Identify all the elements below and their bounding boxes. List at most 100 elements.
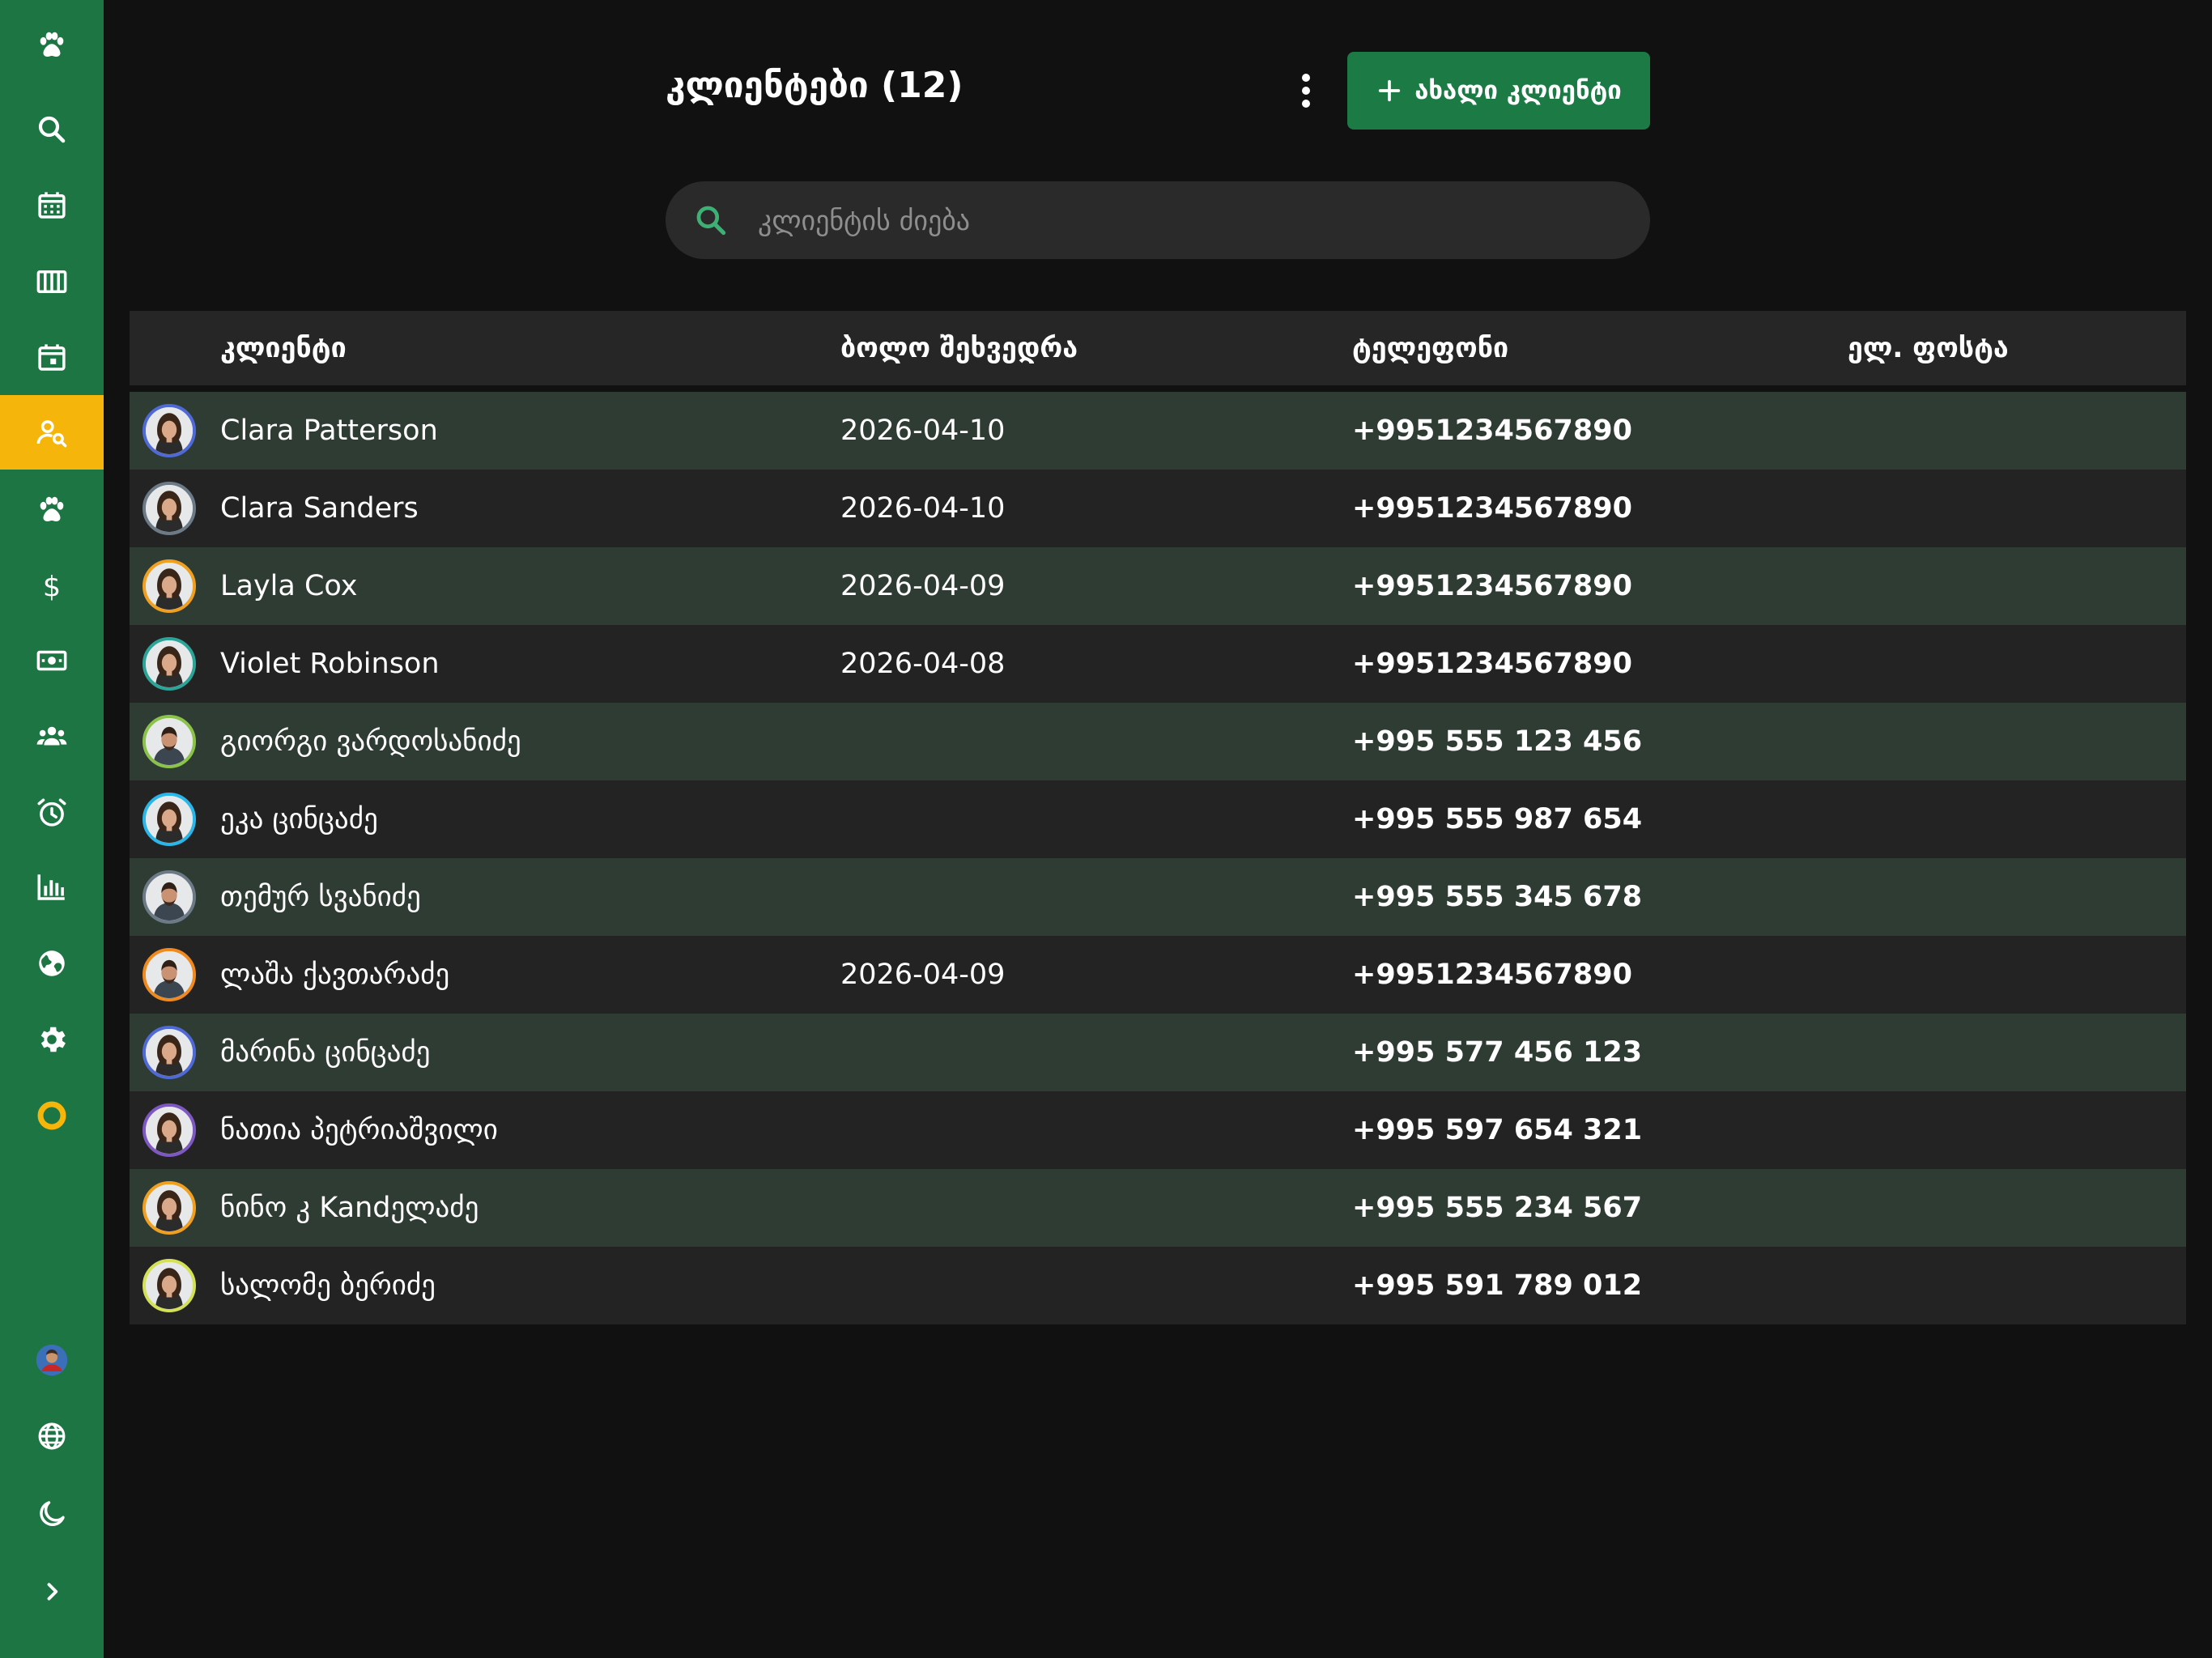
- moon-icon: [40, 1501, 65, 1526]
- table-row[interactable]: ლაშა ქავთარაძე 2026-04-09 +9951234567890: [130, 936, 2186, 1014]
- client-name: Layla Cox: [220, 570, 358, 602]
- search-icon: [696, 206, 726, 236]
- client-name: გიორგი ვარდოსანიძე: [220, 725, 521, 758]
- sidebar-item-staff[interactable]: [0, 699, 104, 774]
- last-visit-date: 2026-04-10: [840, 492, 1006, 525]
- client-phone: +9951234567890: [1352, 492, 1632, 525]
- table-row[interactable]: ეკა ცინცაძე +995 555 987 654: [130, 780, 2186, 858]
- client-avatar: [143, 870, 196, 924]
- client-avatar: [143, 404, 196, 457]
- table-row[interactable]: Layla Cox 2026-04-09 +9951234567890: [130, 547, 2186, 625]
- client-search-icon: [36, 420, 67, 448]
- client-phone: +995 555 234 567: [1352, 1192, 1643, 1224]
- sidebar-item-settings[interactable]: [0, 1002, 104, 1077]
- chevron-right-icon: [47, 1583, 58, 1601]
- last-visit-date: 2026-04-09: [840, 959, 1006, 991]
- clients-table: კლიენტი ბოლო შეხვედრა ტელეფონი ელ. ფოსტა…: [130, 311, 2186, 1324]
- sidebar-item-search[interactable]: [0, 92, 104, 167]
- sidebar-item-pets-logo[interactable]: [0, 8, 104, 83]
- last-visit-date: 2026-04-10: [840, 414, 1006, 447]
- sidebar-item-pets[interactable]: [0, 473, 104, 547]
- client-phone: +995 577 456 123: [1352, 1036, 1643, 1069]
- donut-icon: [37, 1101, 66, 1130]
- table-row[interactable]: თემურ სვანიძე +995 555 345 678: [130, 858, 2186, 936]
- table-row[interactable]: Clara Sanders 2026-04-10 +9951234567890: [130, 470, 2186, 547]
- sidebar-item-finance[interactable]: $: [0, 549, 104, 623]
- client-phone: +9951234567890: [1352, 959, 1632, 991]
- client-avatar: [143, 1103, 196, 1157]
- globe-icon: [39, 950, 65, 976]
- client-name: ეკა ცინცაძე: [220, 803, 378, 835]
- client-avatar: [143, 1026, 196, 1079]
- client-avatar: [143, 482, 196, 535]
- client-phone: +9951234567890: [1352, 648, 1632, 680]
- cash-icon: [36, 650, 67, 671]
- sidebar-item-reports[interactable]: [0, 850, 104, 925]
- client-phone: +995 555 987 654: [1352, 803, 1643, 835]
- sidebar-item-dark-mode[interactable]: [0, 1477, 104, 1551]
- client-name: Clara Patterson: [220, 414, 438, 447]
- client-name: Violet Robinson: [220, 648, 440, 680]
- client-phone: +995 555 123 456: [1352, 725, 1643, 758]
- group-icon: [36, 726, 67, 746]
- client-phone: +9951234567890: [1352, 414, 1632, 447]
- sidebar-expand-button[interactable]: [0, 1554, 104, 1629]
- paw-icon: [40, 32, 64, 57]
- svg-text:$: $: [43, 571, 61, 603]
- plus-icon: [1379, 79, 1401, 102]
- alarm-icon: [37, 798, 66, 827]
- table-row[interactable]: Violet Robinson 2026-04-08 +995123456789…: [130, 625, 2186, 703]
- column-header-email[interactable]: ელ. ფოსტა: [1848, 311, 2009, 385]
- client-name: ნინო კ Kandელაძე: [220, 1192, 479, 1224]
- table-row[interactable]: ნათია პეტრიაშვილი +995 597 654 321: [130, 1091, 2186, 1169]
- client-avatar: [143, 1259, 196, 1312]
- sidebar-item-calendar[interactable]: [0, 168, 104, 243]
- last-visit-date: 2026-04-08: [840, 648, 1006, 680]
- client-phone: +995 591 789 012: [1352, 1269, 1643, 1302]
- client-avatar: [143, 559, 196, 613]
- dollar-icon: $: [43, 571, 61, 603]
- add-client-label: ახალი კლიენტი: [1414, 76, 1622, 105]
- more-options-button[interactable]: [1289, 65, 1323, 117]
- paw-icon: [40, 496, 64, 521]
- client-phone: +995 555 345 678: [1352, 881, 1643, 913]
- sidebar-item-clients[interactable]: [0, 395, 104, 470]
- search-icon: [38, 116, 66, 143]
- sidebar-item-board[interactable]: [0, 244, 104, 319]
- column-header-last-visit[interactable]: ბოლო შეხვედრა: [840, 311, 1078, 385]
- client-name: მარინა ცინცაძე: [220, 1036, 431, 1069]
- sidebar-item-reminders[interactable]: [0, 776, 104, 850]
- client-name: თემურ სვანიძე: [220, 881, 421, 913]
- bar-chart-icon: [37, 874, 65, 900]
- sidebar: $: [0, 0, 104, 1658]
- client-avatar: [143, 793, 196, 846]
- calendar-grid-icon: [38, 192, 66, 219]
- column-header-client[interactable]: კლიენტი: [220, 311, 347, 385]
- table-header: კლიენტი ბოლო შეხვედრა ტელეფონი ელ. ფოსტა: [130, 311, 2186, 385]
- sidebar-item-website[interactable]: [0, 926, 104, 1001]
- client-avatar: [143, 637, 196, 691]
- calendar-event-icon: [38, 344, 66, 371]
- add-client-button[interactable]: ახალი კლიენტი: [1347, 52, 1650, 130]
- table-row[interactable]: ნინო კ Kandელაძე +995 555 234 567: [130, 1169, 2186, 1247]
- table-row[interactable]: Clara Patterson 2026-04-10 +995123456789…: [130, 392, 2186, 470]
- client-avatar: [143, 1181, 196, 1235]
- columns-icon: [36, 270, 67, 293]
- search-input[interactable]: [756, 181, 1618, 261]
- last-visit-date: 2026-04-09: [840, 570, 1006, 602]
- sidebar-item-status[interactable]: [0, 1078, 104, 1153]
- column-header-phone[interactable]: ტელეფონი: [1352, 311, 1508, 385]
- client-name: ლაშა ქავთარაძე: [220, 959, 450, 991]
- table-row[interactable]: მარინა ცინცაძე +995 577 456 123: [130, 1014, 2186, 1091]
- gear-icon: [40, 1027, 66, 1052]
- client-phone: +9951234567890: [1352, 570, 1632, 602]
- sidebar-item-payments[interactable]: [0, 623, 104, 698]
- sidebar-item-language[interactable]: [0, 1399, 104, 1473]
- page-title: კლიენტები (12): [666, 65, 963, 106]
- table-body: Clara Patterson 2026-04-10 +995123456789…: [130, 392, 2186, 1324]
- sidebar-item-appointments[interactable]: [0, 321, 104, 395]
- table-row[interactable]: გიორგი ვარდოსანიძე +995 555 123 456: [130, 703, 2186, 780]
- table-row[interactable]: სალომე ბერიძე +995 591 789 012: [130, 1247, 2186, 1324]
- sidebar-item-profile[interactable]: [0, 1323, 104, 1397]
- more-vertical-icon: [1302, 74, 1310, 108]
